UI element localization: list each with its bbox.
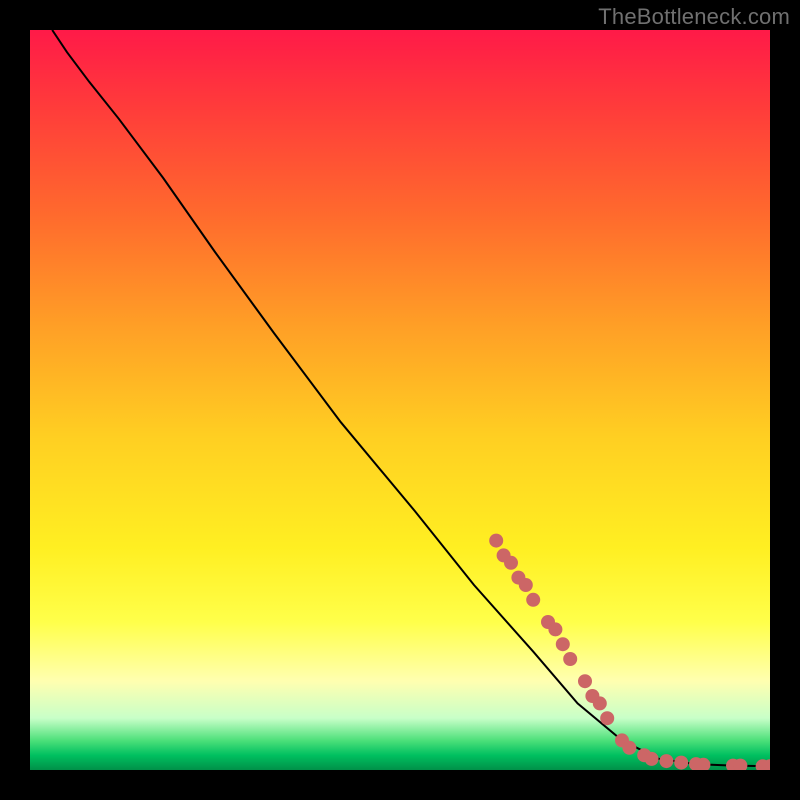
chart-data-point xyxy=(674,756,688,770)
chart-curve xyxy=(52,30,770,766)
chart-points-group xyxy=(489,534,770,770)
chart-frame: TheBottleneck.com xyxy=(0,0,800,800)
chart-data-point xyxy=(563,652,577,666)
chart-data-point xyxy=(556,637,570,651)
chart-data-point xyxy=(519,578,533,592)
chart-data-point xyxy=(504,556,518,570)
chart-data-point xyxy=(578,674,592,688)
chart-data-point xyxy=(526,593,540,607)
watermark-text: TheBottleneck.com xyxy=(598,4,790,30)
chart-data-point xyxy=(622,741,636,755)
chart-data-point xyxy=(659,754,673,768)
chart-plot-area xyxy=(30,30,770,770)
chart-data-point xyxy=(489,534,503,548)
chart-data-point xyxy=(593,696,607,710)
chart-data-point xyxy=(548,622,562,636)
chart-data-point xyxy=(600,711,614,725)
chart-data-point xyxy=(645,752,659,766)
chart-svg-layer xyxy=(30,30,770,770)
